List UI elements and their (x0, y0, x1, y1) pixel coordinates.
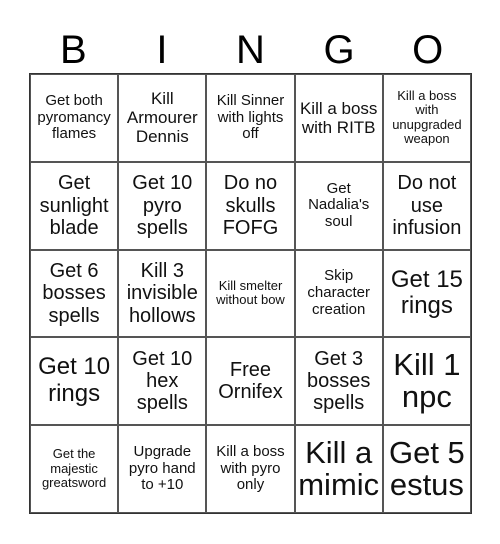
header-letter-b: B (59, 28, 87, 72)
bingo-cell[interactable]: Free Ornifex (206, 337, 295, 426)
bingo-cell[interactable]: Get sunlight blade (30, 161, 119, 250)
bingo-cell[interactable]: Get 10 hex spells (118, 337, 207, 426)
bingo-cell[interactable]: Get 10 rings (30, 337, 119, 426)
header-letter-g: G (323, 28, 355, 72)
header-letter-o: O (412, 28, 444, 72)
bingo-cell[interactable]: Skip character creation (294, 249, 383, 338)
bingo-cell[interactable]: Get Nadalia's soul (294, 161, 383, 250)
bingo-cell[interactable]: Kill a boss with pyro only (206, 425, 295, 513)
header-letter-n: N (236, 28, 265, 72)
bingo-cell[interactable]: Get 15 rings (382, 249, 471, 338)
bingo-cell[interactable]: Get both pyromancy flames (30, 74, 119, 162)
bingo-cell[interactable]: Do not use infusion (382, 161, 471, 250)
bingo-cell[interactable]: Get 6 bosses spells (30, 249, 119, 338)
bingo-cell[interactable]: Kill a boss with unupgraded weapon (382, 74, 471, 162)
bingo-cell[interactable]: Get 5 estus (382, 425, 471, 513)
bingo-cell[interactable]: Get 3 bosses spells (294, 337, 383, 426)
bingo-cell[interactable]: Kill Armourer Dennis (118, 74, 207, 162)
bingo-cell[interactable]: Upgrade pyro hand to +10 (118, 425, 207, 513)
bingo-cell[interactable]: Kill Sinner with lights off (206, 74, 295, 162)
bingo-cell[interactable]: Get the majestic greatsword (30, 425, 119, 513)
bingo-cell[interactable]: Kill a boss with RITB (294, 74, 383, 162)
bingo-grid: Get both pyromancy flames Kill Armourer … (29, 73, 472, 514)
bingo-cell[interactable]: Kill smelter without bow (206, 249, 295, 338)
bingo-cell[interactable]: Get 10 pyro spells (118, 161, 207, 250)
bingo-cell[interactable]: Kill a mimic (294, 425, 383, 513)
bingo-cell[interactable]: Kill 3 invisible hollows (118, 249, 207, 338)
bingo-cell[interactable]: Do no skulls FOFG (206, 161, 295, 250)
bingo-cell[interactable]: Kill 1 npc (382, 337, 471, 426)
bingo-header: B I N G O (29, 28, 472, 72)
header-letter-i: I (156, 28, 168, 72)
